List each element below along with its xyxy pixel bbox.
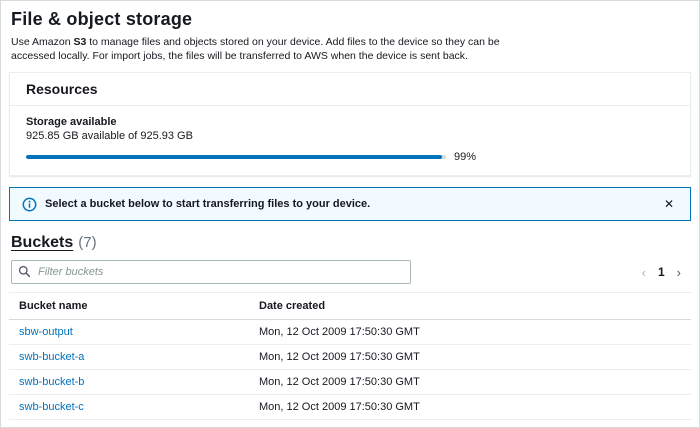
bucket-date: Mon, 12 Oct 2009 17:50:30 GMT xyxy=(249,370,691,395)
bucket-link[interactable]: swb-bucket-c xyxy=(19,401,84,413)
bucket-date: Mon, 12 Oct 2009 17:50:30 GMT xyxy=(249,420,691,428)
page-description-part1: Use Amazon xyxy=(11,36,73,48)
file-object-storage-page: File & object storage Use Amazon S3 to m… xyxy=(0,0,700,428)
buckets-title: Buckets xyxy=(11,234,73,252)
info-icon xyxy=(22,197,37,212)
column-header-bucket-name[interactable]: Bucket name xyxy=(9,293,249,320)
page-description: Use Amazon S3 to manage files and object… xyxy=(11,35,541,63)
page-description-s3: S3 xyxy=(73,36,86,48)
info-banner-message: Select a bucket below to start transferr… xyxy=(45,198,652,210)
table-row: swb-bucket-b Mon, 12 Oct 2009 17:50:30 G… xyxy=(9,370,691,395)
buckets-table: Bucket name Date created sbw-output Mon,… xyxy=(9,292,691,428)
storage-progress-fill xyxy=(26,155,442,159)
search-icon xyxy=(18,265,31,281)
table-row: swb-bucket-c Mon, 12 Oct 2009 17:50:30 G… xyxy=(9,395,691,420)
pagination: ‹ 1 › xyxy=(640,265,689,279)
storage-available-label: Storage available xyxy=(26,116,674,128)
close-icon[interactable]: ✕ xyxy=(660,196,678,212)
resources-panel: Resources Storage available 925.85 GB av… xyxy=(9,72,691,176)
resources-body: Storage available 925.85 GB available of… xyxy=(10,106,690,175)
pagination-next-icon[interactable]: › xyxy=(675,266,683,279)
bucket-link[interactable]: swb-bucket-b xyxy=(19,376,84,388)
bucket-link[interactable]: sbw-output xyxy=(19,326,73,338)
bucket-date: Mon, 12 Oct 2009 17:50:30 GMT xyxy=(249,345,691,370)
storage-progress: 99% xyxy=(26,151,674,163)
bucket-date: Mon, 12 Oct 2009 17:50:30 GMT xyxy=(249,320,691,345)
buckets-heading: Buckets (7) xyxy=(11,234,689,252)
table-header-row: Bucket name Date created xyxy=(9,293,691,320)
storage-progress-percent: 99% xyxy=(454,151,476,163)
bucket-date: Mon, 12 Oct 2009 17:50:30 GMT xyxy=(249,395,691,420)
storage-progress-track xyxy=(26,155,446,159)
storage-available-value: 925.85 GB available of 925.93 GB xyxy=(26,130,674,142)
filter-field xyxy=(11,260,411,284)
filter-buckets-input[interactable] xyxy=(11,260,411,284)
table-row: swb-bucket-a Mon, 12 Oct 2009 17:50:30 G… xyxy=(9,345,691,370)
table-row: sbw-output Mon, 12 Oct 2009 17:50:30 GMT xyxy=(9,320,691,345)
page-title: File & object storage xyxy=(11,9,691,30)
pagination-current-page[interactable]: 1 xyxy=(658,265,665,279)
info-banner: Select a bucket below to start transferr… xyxy=(9,187,691,221)
buckets-toolbar: ‹ 1 › xyxy=(11,260,689,284)
buckets-count: (7) xyxy=(78,234,96,251)
bucket-link[interactable]: swb-bucket-a xyxy=(19,351,84,363)
pagination-prev-icon[interactable]: ‹ xyxy=(640,266,648,279)
resources-header: Resources xyxy=(10,73,690,106)
column-header-date-created[interactable]: Date created xyxy=(249,293,691,320)
table-row: swb-bucket-d Mon, 12 Oct 2009 17:50:30 G… xyxy=(9,420,691,428)
